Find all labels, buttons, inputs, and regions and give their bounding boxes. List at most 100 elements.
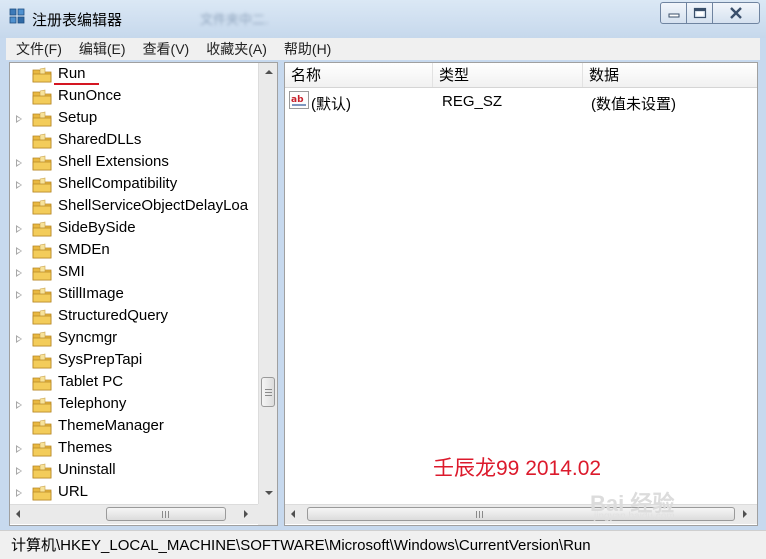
tree-item-label: SMDEn xyxy=(58,241,110,258)
expand-arrow-icon[interactable] xyxy=(16,401,22,409)
tree-vertical-scrollbar[interactable] xyxy=(258,63,277,504)
menu-favorites[interactable]: 收藏夹(A) xyxy=(196,39,274,59)
title-bar[interactable]: 注册表编辑器 文件夹中二. xyxy=(0,0,766,38)
folder-icon xyxy=(32,353,52,369)
value-name: (默认) xyxy=(311,96,351,113)
menu-file[interactable]: 文件(F) xyxy=(6,39,69,59)
tree-item[interactable]: Syncmgr xyxy=(10,328,256,350)
column-type-header[interactable]: 类型 xyxy=(433,63,583,87)
tree-item[interactable]: ShellServiceObjectDelayLoa xyxy=(10,196,256,218)
window-controls xyxy=(660,2,760,24)
column-data-header[interactable]: 数据 xyxy=(583,63,757,87)
scroll-left-arrow-icon[interactable] xyxy=(291,510,295,518)
tree-item[interactable]: URL xyxy=(10,482,256,504)
folder-icon xyxy=(32,397,52,413)
menu-help[interactable]: 帮助(H) xyxy=(274,39,338,59)
grip-line xyxy=(265,395,272,396)
registry-path: 计算机\HKEY_LOCAL_MACHINE\SOFTWARE\Microsof… xyxy=(11,537,591,554)
expand-arrow-icon[interactable] xyxy=(16,467,22,475)
tree-item[interactable]: StillImage xyxy=(10,284,256,306)
folder-icon xyxy=(32,243,52,259)
scroll-left-arrow-icon[interactable] xyxy=(16,510,20,518)
close-button[interactable] xyxy=(713,2,760,24)
value-data: (数值未设置) xyxy=(591,96,676,113)
baidu-watermark-url: jingyan.baidu.com xyxy=(594,511,675,522)
scroll-down-arrow-icon[interactable] xyxy=(265,491,273,495)
expand-arrow-icon[interactable] xyxy=(16,291,22,299)
grip-line xyxy=(476,511,477,518)
minimize-button[interactable] xyxy=(660,2,687,24)
tree-item[interactable]: RunOnce xyxy=(10,86,256,108)
menu-edit[interactable]: 编辑(E) xyxy=(69,39,133,59)
tree-horizontal-scrollbar[interactable] xyxy=(10,504,258,524)
tree-horizontal-scroll-thumb[interactable] xyxy=(106,507,226,521)
tree-item[interactable]: Setup xyxy=(10,108,256,130)
tree-vertical-scroll-thumb[interactable] xyxy=(261,377,275,407)
grip-line xyxy=(479,511,480,518)
regedit-icon xyxy=(9,8,25,24)
folder-icon xyxy=(32,265,52,281)
tree-item-label: ThemeManager xyxy=(58,417,164,434)
grip-line xyxy=(168,511,169,518)
column-name-header[interactable]: 名称 xyxy=(285,63,433,87)
folder-icon xyxy=(32,155,52,171)
expand-arrow-icon[interactable] xyxy=(16,335,22,343)
expand-arrow-icon[interactable] xyxy=(16,225,22,233)
tree-item-label: Setup xyxy=(58,109,98,126)
tree-item-label: SideBySide xyxy=(58,219,136,236)
window-title: 注册表编辑器 xyxy=(32,12,123,29)
tree-item-label: Themes xyxy=(58,439,113,456)
folder-icon xyxy=(32,441,52,457)
value-type: REG_SZ xyxy=(442,93,503,110)
folder-icon xyxy=(32,177,52,193)
expand-arrow-icon[interactable] xyxy=(16,269,22,277)
minimize-icon xyxy=(668,13,679,18)
tree-item[interactable]: ThemeManager xyxy=(10,416,256,438)
selection-underline xyxy=(54,83,99,85)
menu-view[interactable]: 查看(V) xyxy=(133,39,197,59)
menu-bar: 文件(F) 编辑(E) 查看(V) 收藏夹(A) 帮助(H) xyxy=(6,38,760,60)
tree-item-label: ShellServiceObjectDelayLoa xyxy=(58,197,249,214)
tree-item[interactable]: SMDEn xyxy=(10,240,256,262)
expand-arrow-icon[interactable] xyxy=(16,247,22,255)
tree-item-label: SMI xyxy=(58,263,85,280)
value-row[interactable]: ab (默认) REG_SZ (数值未设置) xyxy=(285,89,757,113)
registry-tree-pane[interactable]: Run RunOnce Setup SharedDLLs Shell Extension… xyxy=(9,62,278,526)
tree-item[interactable]: Telephony xyxy=(10,394,256,416)
grip-line xyxy=(165,511,166,518)
folder-icon xyxy=(32,221,52,237)
scrollbar-corner xyxy=(258,504,277,525)
tree-item[interactable]: Shell Extensions xyxy=(10,152,256,174)
values-horizontal-scrollbar[interactable] xyxy=(285,504,757,524)
tree-item[interactable]: Tablet PC xyxy=(10,372,256,394)
tree-item[interactable]: SideBySide xyxy=(10,218,256,240)
tree-item-label: SharedDLLs xyxy=(58,131,142,148)
tree-item[interactable]: ShellCompatibility xyxy=(10,174,256,196)
tree-item[interactable]: SharedDLLs xyxy=(10,130,256,152)
folder-icon xyxy=(32,419,52,435)
expand-arrow-icon[interactable] xyxy=(16,181,22,189)
tree-item[interactable]: Run xyxy=(10,64,256,86)
maximize-button[interactable] xyxy=(687,2,713,24)
tree-item-label: Run xyxy=(58,65,86,82)
tree-item[interactable]: Themes xyxy=(10,438,256,460)
tree-item-label: SysPrepTapi xyxy=(58,351,143,368)
expand-arrow-icon[interactable] xyxy=(16,159,22,167)
maximize-icon xyxy=(693,7,706,19)
tree-item[interactable]: Uninstall xyxy=(10,460,256,482)
scroll-up-arrow-icon[interactable] xyxy=(265,70,273,74)
tree-item[interactable]: StructuredQuery xyxy=(10,306,256,328)
tree-item-label: StillImage xyxy=(58,285,124,302)
folder-icon xyxy=(32,331,52,347)
tree-item-label: StructuredQuery xyxy=(58,307,169,324)
tree-item-label: Telephony xyxy=(58,395,127,412)
tree-item[interactable]: SysPrepTapi xyxy=(10,350,256,372)
tree-item[interactable]: SMI xyxy=(10,262,256,284)
scroll-right-arrow-icon[interactable] xyxy=(244,510,248,518)
expand-arrow-icon[interactable] xyxy=(16,115,22,123)
expand-arrow-icon[interactable] xyxy=(16,489,22,497)
expand-arrow-icon[interactable] xyxy=(16,445,22,453)
folder-icon xyxy=(32,111,52,127)
folder-icon xyxy=(32,287,52,303)
scroll-right-arrow-icon[interactable] xyxy=(743,510,747,518)
